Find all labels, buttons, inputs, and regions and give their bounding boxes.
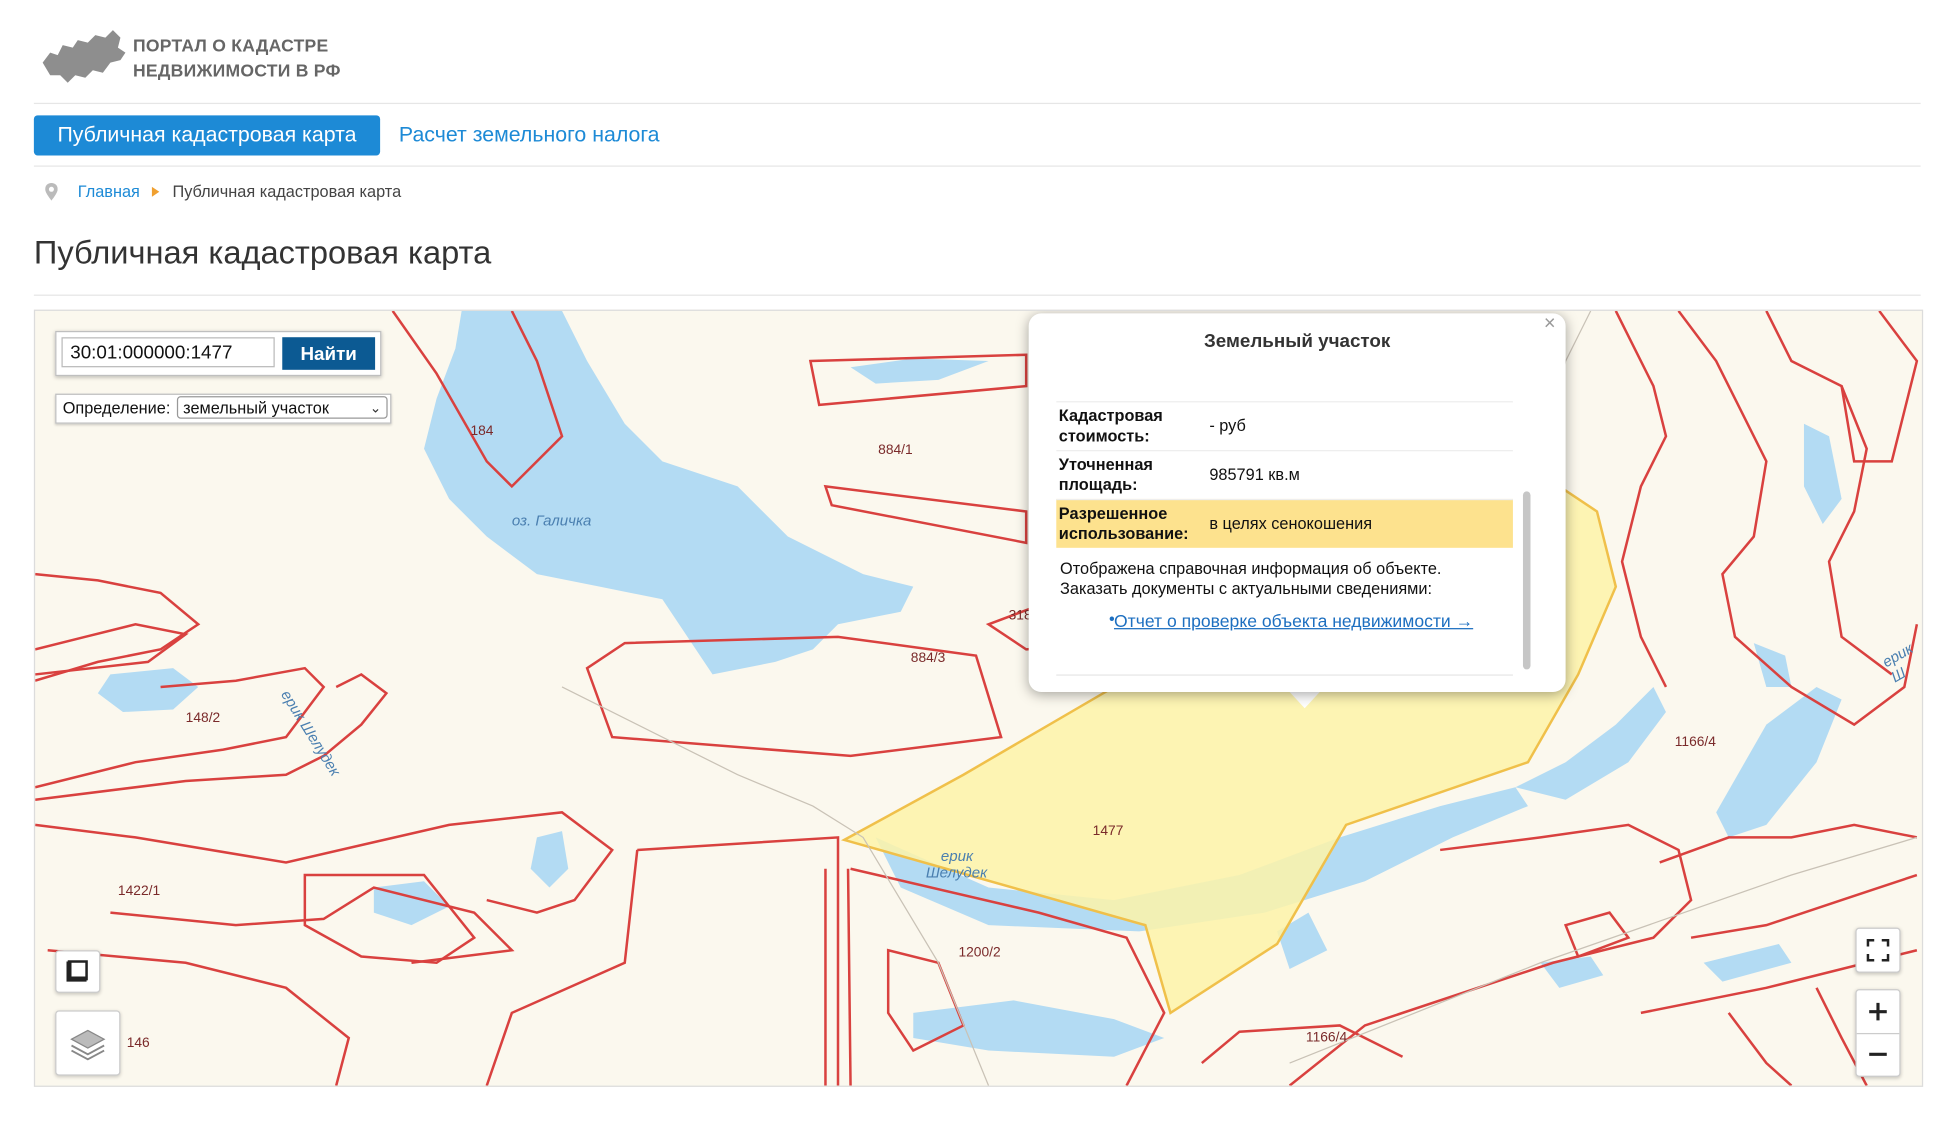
cadastral-search: Найти: [55, 330, 382, 377]
draw-area-button[interactable]: [55, 950, 101, 993]
page: ПОРТАЛ О КАДАСТРЕ НЕДВИЖИМОСТИ В РФ Публ…: [0, 0, 1948, 1127]
tab-public-cadastral-map[interactable]: Публичная кадастровая карта: [33, 115, 381, 156]
parcel-label: 1166/4: [1674, 734, 1716, 750]
layers-button[interactable]: [55, 1010, 121, 1076]
pond: [97, 668, 199, 713]
close-icon[interactable]: ×: [1544, 313, 1556, 336]
parcel-label: 184: [470, 423, 494, 439]
popup-attribute-table: Кадастровая стоимость: - руб Уточненная …: [1056, 401, 1513, 548]
definition-select[interactable]: земельный участок ⌄: [176, 396, 388, 419]
parcel-boundary[interactable]: [1727, 987, 1868, 1086]
parcel-label: 148/2: [185, 710, 221, 726]
water-label: Шелудек: [925, 863, 988, 882]
popup-info-line: Отображена справочная информация об объе…: [1060, 559, 1442, 578]
page-title: Публичная кадастровая карта: [33, 233, 492, 271]
parcel-label: 884/1: [878, 442, 913, 458]
water-label: оз. Галичка: [511, 511, 592, 530]
parcel-boundary[interactable]: [823, 484, 1028, 545]
parcel-boundary[interactable]: [35, 623, 189, 676]
site-header: ПОРТАЛ О КАДАСТРЕ НЕДВИЖИМОСТИ В РФ: [35, 23, 788, 86]
pond: [1703, 943, 1792, 982]
portal-name-line2: НЕДВИЖИМОСТИ В РФ: [132, 60, 341, 81]
popup-scrollbar[interactable]: [1522, 491, 1531, 670]
breadcrumb: Главная Публичная кадастровая карта: [45, 182, 401, 201]
breadcrumb-current: Публичная кадастровая карта: [172, 181, 402, 201]
pond: [1803, 423, 1842, 525]
chevron-down-icon: ⌄: [369, 401, 382, 417]
cadastral-map[interactable]: 184 884/1 884/3 318 148/2 1477 1166/4 14…: [33, 309, 1924, 1087]
zoom-in-icon[interactable]: [1857, 990, 1900, 1033]
definition-selected-value: земельный участок: [183, 398, 330, 418]
attribute-value: в целях сенокошения: [1209, 513, 1373, 533]
attribute-value: 985791 кв.м: [1209, 465, 1300, 484]
popup-bottom-divider: [1056, 674, 1513, 676]
parcel-boundary[interactable]: [1677, 310, 1919, 727]
attribute-key: Разрешенное использование:: [1058, 503, 1189, 543]
attribute-key: Уточненная площадь:: [1058, 455, 1153, 494]
pond: [913, 1000, 1165, 1057]
russia-map-logo-icon[interactable]: [40, 25, 130, 85]
attribute-value: - руб: [1209, 416, 1246, 435]
pond: [1540, 956, 1604, 988]
water-label: ерик: [940, 847, 974, 865]
lake-galichka: [424, 310, 914, 675]
tab-land-tax-calculation[interactable]: Расчет земельного налога: [399, 115, 660, 155]
zoom-control: [1855, 989, 1901, 1077]
parcel-boundary[interactable]: [1827, 385, 1893, 676]
pond: [850, 358, 989, 384]
header-divider: [33, 102, 1921, 105]
popup-info-line: Заказать документы с актуальными сведени…: [1060, 579, 1433, 598]
parcel-boundaries: [35, 310, 1919, 1086]
portal-name-line1: ПОРТАЛ О КАДАСТРЕ: [132, 35, 329, 56]
location-pin-icon: [45, 182, 58, 200]
fullscreen-icon: [1866, 938, 1890, 962]
map-canvas[interactable]: [35, 310, 1922, 1086]
attribute-key: Кадастровая стоимость:: [1058, 406, 1163, 446]
parcel-148-2[interactable]: [35, 666, 326, 789]
attribute-row: Кадастровая стоимость: - руб: [1056, 401, 1513, 450]
popup-arrow: [1289, 691, 1320, 709]
attribute-row: Уточненная площадь: 985791 кв.м: [1056, 450, 1513, 499]
parcel-popup: Земельный участок × Кадастровая стоимост…: [1028, 313, 1566, 692]
breadcrumb-home-link[interactable]: Главная: [78, 182, 140, 201]
fullscreen-button[interactable]: [1855, 927, 1901, 973]
popup-title: Земельный участок: [1203, 330, 1391, 353]
parcel-boundary[interactable]: [1563, 911, 1631, 959]
definition-control: Определение: земельный участок ⌄: [55, 393, 392, 424]
parcel-boundary[interactable]: [35, 672, 389, 802]
find-button[interactable]: Найти: [282, 337, 376, 370]
parcel-label: 1166/4: [1305, 1030, 1348, 1046]
parcel-label: 1477: [1092, 823, 1124, 839]
definition-label: Определение:: [62, 398, 171, 418]
pond: [530, 831, 569, 888]
parcel-1166-4[interactable]: [1640, 823, 1918, 1015]
cadastral-number-input[interactable]: [61, 337, 275, 368]
parcel-label: 146: [126, 1035, 150, 1051]
parcel-label: 1200/2: [958, 945, 1001, 961]
layers-icon: [70, 1029, 106, 1061]
title-divider: [33, 294, 1921, 296]
nav-divider: [33, 165, 1921, 167]
attribute-row-highlighted: Разрешенное использование: в целях сенок…: [1056, 498, 1513, 548]
property-check-report-link[interactable]: Отчет о проверке объекта недвижимости →: [1114, 609, 1490, 633]
parcel-label: 884/3: [910, 650, 946, 666]
breadcrumb-arrow-icon: [152, 186, 160, 197]
pond: [1716, 686, 1842, 838]
parcel-boundary[interactable]: [1614, 310, 1919, 688]
parcel-label: 1422/1: [117, 883, 161, 899]
popup-info-text: Отображена справочная информация об объе…: [1060, 559, 1512, 599]
portal-name[interactable]: ПОРТАЛ О КАДАСТРЕ НЕДВИЖИМОСТИ В РФ: [133, 33, 341, 83]
zoom-out-icon[interactable]: [1857, 1033, 1900, 1076]
draw-area-icon: [66, 960, 88, 982]
